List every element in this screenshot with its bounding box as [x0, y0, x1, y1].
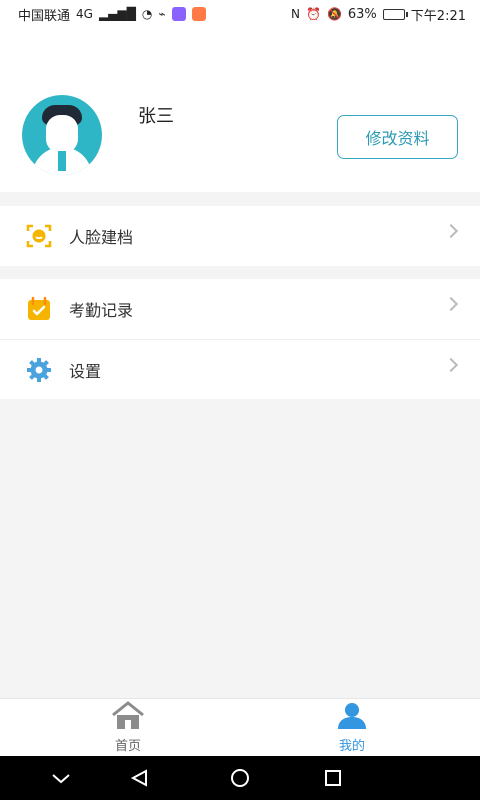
profile-card: 张三 修改资料: [0, 28, 480, 192]
gear-icon: [24, 355, 54, 385]
status-left: 中国联通 4G ▂▄▆█ ◔ ⌁: [18, 5, 206, 24]
menu-item-face-record[interactable]: 人脸建档: [0, 206, 480, 266]
user-name: 张三: [138, 106, 174, 127]
time: 下午2:21: [410, 8, 466, 24]
user-icon: [338, 703, 366, 729]
tab-mine-label: 我的: [338, 739, 365, 754]
wifi-icon: ◔: [141, 7, 153, 21]
mute-icon: 🔕: [326, 7, 342, 21]
network-type: 4G: [76, 7, 93, 21]
menu-label-attendance: 考勤记录: [69, 301, 134, 320]
tab-home-label: 首页: [114, 739, 141, 754]
home-button-icon[interactable]: [228, 768, 252, 788]
chevron-right-icon: [443, 223, 459, 239]
bottom-navigation: 首页 我的: [0, 698, 480, 756]
battery-percent: 63%: [347, 6, 377, 22]
menu-group-main: 考勤记录 设置: [0, 279, 480, 399]
menu-item-attendance[interactable]: 考勤记录: [0, 279, 480, 339]
alarm-icon: ⏰: [305, 7, 321, 21]
battery-icon: [382, 8, 408, 20]
recents-icon[interactable]: [321, 768, 345, 788]
status-right: N ⏰ 🔕 63% 下午2:21: [291, 5, 466, 24]
notification-app-icon-2: [191, 7, 206, 21]
chevron-right-icon: [443, 357, 459, 373]
notification-app-icon: [171, 7, 186, 21]
menu-item-settings[interactable]: 设置: [0, 339, 480, 399]
menu-label-settings: 设置: [69, 361, 102, 381]
menu-label-face-record: 人脸建档: [69, 228, 134, 247]
back-icon[interactable]: [128, 768, 152, 788]
usb-icon: ⌁: [158, 7, 166, 21]
tab-home[interactable]: 首页: [88, 699, 168, 757]
status-bar: 中国联通 4G ▂▄▆█ ◔ ⌁ N ⏰ 🔕 63% 下午2:21: [0, 0, 480, 28]
nfc-icon: N: [291, 7, 300, 21]
chevron-right-icon: [443, 296, 459, 312]
avatar[interactable]: [22, 95, 102, 175]
calendar-check-icon: [24, 294, 54, 324]
edit-profile-button[interactable]: 修改资料: [337, 115, 458, 159]
system-navigation-bar: [0, 756, 480, 800]
chevron-down-icon[interactable]: [49, 768, 73, 788]
tab-mine[interactable]: 我的: [312, 699, 392, 757]
face-scan-icon: [24, 221, 54, 251]
signal-icon: ▂▄▆█: [98, 7, 136, 21]
home-icon: [112, 701, 144, 729]
avatar-collar: [58, 151, 66, 171]
menu-group-face: 人脸建档: [0, 206, 480, 266]
carrier-name: 中国联通: [18, 8, 71, 24]
